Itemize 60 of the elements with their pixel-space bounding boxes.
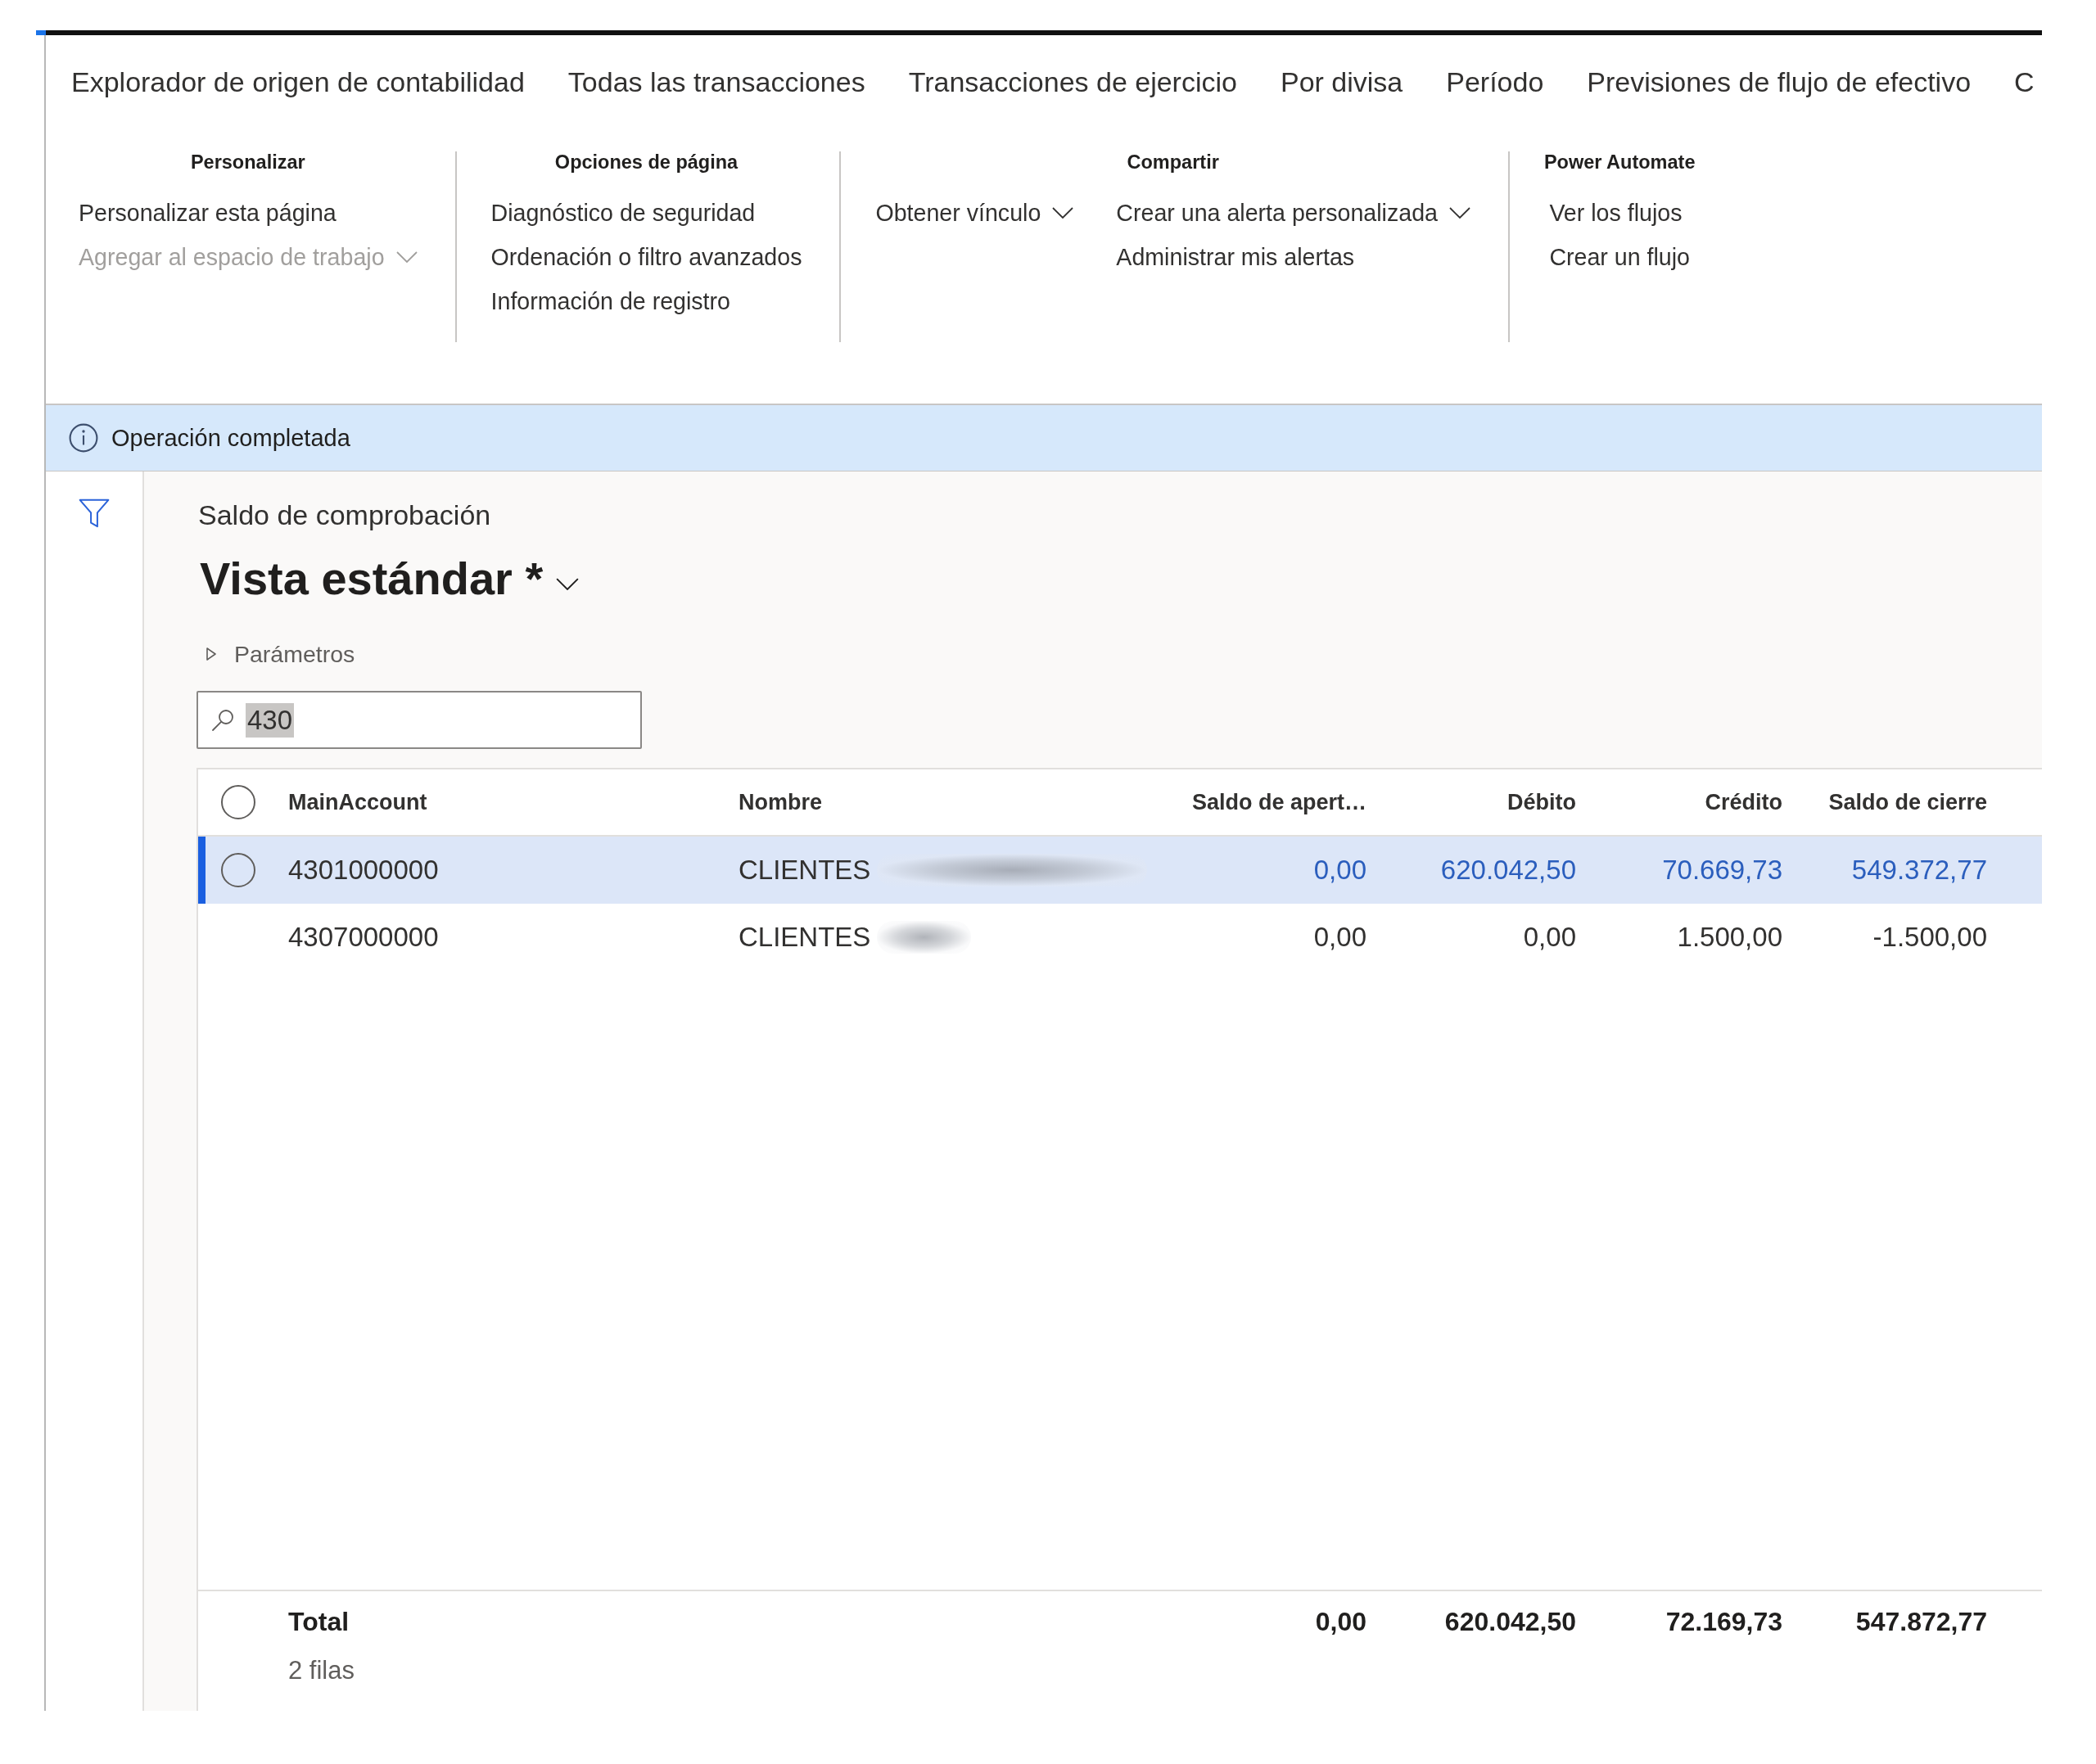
view-selector[interactable]: Vista estándar * [200, 552, 580, 606]
ribbon-button[interactable]: Ver los flujos [1549, 191, 1683, 235]
column-header[interactable]: Crédito [1589, 787, 1796, 817]
ribbon-button[interactable]: Crear una alerta personalizada [1116, 191, 1470, 235]
total-cell-text: 620.042,50 [1443, 1606, 1577, 1638]
total-cell-text: 72.169,73 [1665, 1606, 1783, 1638]
table-cell-text: -1.500,00 [1872, 921, 1988, 954]
ribbon-group-title: Power Automate [1543, 151, 1696, 173]
tab[interactable]: C [2014, 65, 2035, 99]
table-cell-text: 4301000000 [287, 854, 440, 887]
total-cell-text: 547.872,77 [1854, 1606, 1988, 1638]
search-field[interactable]: 430 [196, 691, 642, 749]
column-header[interactable]: Saldo de cierre [1796, 787, 2000, 817]
ribbon-button[interactable]: Obtener vínculo [875, 191, 1074, 235]
tab[interactable]: Por divisa [1280, 65, 1403, 99]
table-cell-text: 620.042,50 [1439, 854, 1577, 887]
chevron-down-icon [1052, 207, 1074, 219]
column-header[interactable]: MainAccount [278, 787, 729, 817]
ribbon-button[interactable]: Administrar mis alertas [1116, 235, 1355, 279]
chevron-down-icon [1448, 207, 1470, 219]
tab[interactable]: Explorador de origen de contabilidad [71, 65, 525, 99]
row-select-radio[interactable] [220, 852, 256, 888]
ribbon-button[interactable]: Personalizar esta página [79, 191, 337, 235]
ribbon-button[interactable]: Crear un flujo [1549, 235, 1691, 279]
search-icon [211, 708, 234, 732]
row-count: 2 filas [287, 1655, 355, 1686]
column-header[interactable]: Saldo de apert… [1154, 787, 1380, 817]
grid-row[interactable]: 4307000000 CLIENTES 0,00 0,00 1.500,00 -1.500,00 [198, 904, 2042, 971]
total-label: Total [287, 1606, 350, 1638]
table-cell-text: CLIENTES [739, 921, 871, 954]
tab[interactable]: Período [1446, 65, 1544, 99]
table-cell-text: 1.500,00 [1676, 921, 1783, 954]
chevron-down-icon [556, 577, 580, 590]
filter-icon[interactable] [79, 498, 110, 529]
info-icon [69, 423, 98, 453]
table-cell-text: 4307000000 [287, 921, 440, 954]
grid-row[interactable]: 4301000000 CLIENTES 0,00 620.042,50 70.669,73 549.372,77 [198, 837, 2042, 904]
ribbon-button[interactable]: Diagnóstico de seguridad [490, 191, 756, 235]
ribbon-group-title: Personalizar [190, 151, 305, 173]
parameters-toggle[interactable]: Parámetros [206, 638, 355, 670]
table-cell-text: 0,00 [1312, 854, 1367, 887]
table-cell-text: 549.372,77 [1850, 854, 1988, 887]
total-cell-text: 0,00 [1314, 1606, 1367, 1638]
table-cell-text: 0,00 [1522, 921, 1577, 954]
tab[interactable]: Todas las transacciones [567, 65, 865, 99]
message-text: Operación completada [111, 424, 350, 453]
ribbon-button[interactable]: Ordenación o filtro avanzados [490, 235, 802, 279]
column-header[interactable]: Débito [1380, 787, 1589, 817]
ribbon-button[interactable]: Información de registro [490, 279, 730, 323]
ribbon-group-title: Compartir [1127, 151, 1219, 173]
tab[interactable]: Previsiones de flujo de efectivo [1587, 65, 1972, 99]
chevron-down-icon [395, 251, 418, 263]
column-header[interactable]: Nombre [729, 787, 1154, 817]
table-cell-text: 70.669,73 [1661, 854, 1783, 887]
ribbon-group-title: Opciones de página [554, 151, 739, 173]
tab[interactable]: Transacciones de ejercicio [908, 65, 1237, 99]
table-cell-text: 0,00 [1312, 921, 1367, 954]
table-cell-text: CLIENTES [739, 854, 871, 887]
page-caption: Saldo de comprobación [198, 499, 491, 532]
select-all-checkbox[interactable] [220, 784, 256, 820]
